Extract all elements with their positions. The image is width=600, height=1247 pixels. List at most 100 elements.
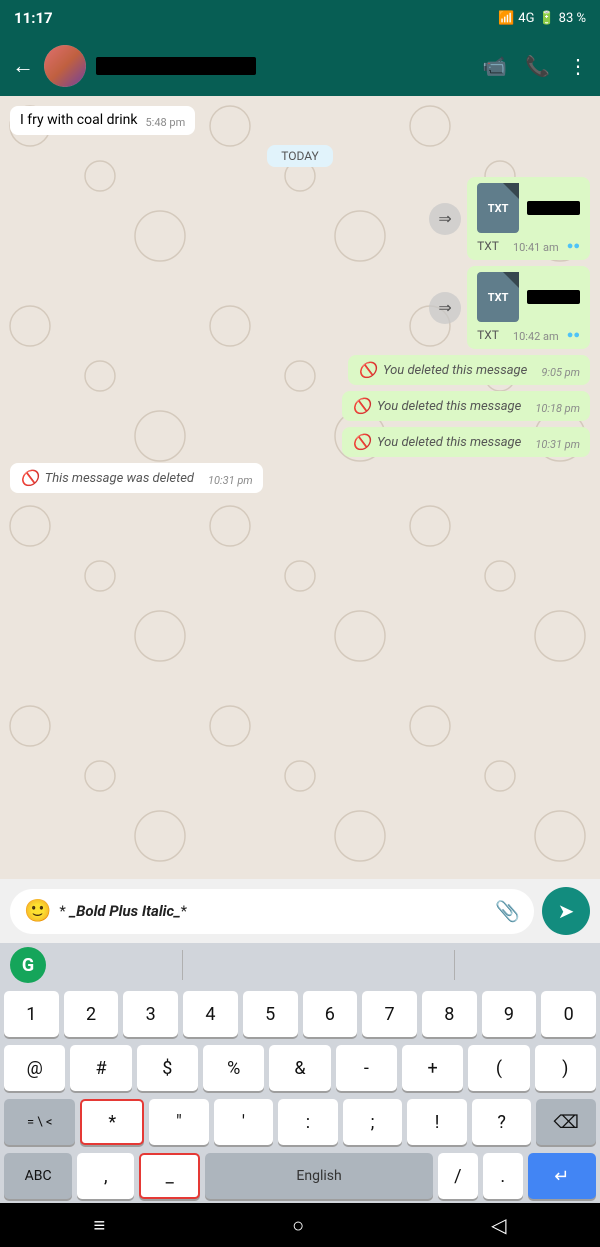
key-2[interactable]: 2: [64, 991, 119, 1037]
key-percent[interactable]: %: [203, 1045, 264, 1091]
deleted-msg-row-3: 🚫 You deleted this message 10:31 pm: [10, 427, 590, 457]
file-inner-1: TXT: [477, 183, 580, 233]
keyboard-symbol-row: @ # $ % & - + ( ): [0, 1041, 600, 1095]
key-abc[interactable]: ABC: [4, 1153, 72, 1199]
send-button[interactable]: ➤: [542, 887, 590, 935]
file-message-bubble-1[interactable]: TXT TXT 10:41 am ●●: [467, 177, 590, 260]
key-slash[interactable]: /: [438, 1153, 478, 1199]
key-dollar[interactable]: $: [137, 1045, 198, 1091]
key-hash[interactable]: #: [70, 1045, 131, 1091]
message-input-box[interactable]: 🙂 * _Bold Plus Italic_* 📎: [10, 889, 534, 934]
deleted-bubble-2: 🚫 You deleted this message 10:18 pm: [352, 397, 580, 415]
key-plus[interactable]: +: [402, 1045, 463, 1091]
chat-header: ← 📹 📞 ⋮: [0, 36, 600, 96]
key-ampersand[interactable]: &: [269, 1045, 330, 1091]
signal-icon: 📶: [498, 11, 514, 26]
file-type-label-2: TXT: [477, 328, 499, 342]
keyboard-bottom-row: ABC , _ English / . ↵: [0, 1149, 600, 1203]
keyboard-top-spacer: [46, 950, 590, 980]
deleted-time-1: 9:05 pm: [541, 366, 580, 379]
file-icon-2: TXT: [477, 272, 519, 322]
keyboard-special-row: = \ < * " ' : ; ! ? ⌫: [0, 1095, 600, 1149]
status-time: 11:17: [14, 9, 53, 27]
deleted-icon-received: 🚫: [20, 469, 39, 487]
key-underscore[interactable]: _: [139, 1153, 200, 1199]
file-time-1: 10:41 am: [513, 241, 559, 254]
file-message-row-2: ⇒ TXT TXT 10:42 am ●●: [10, 266, 590, 349]
key-9[interactable]: 9: [482, 991, 537, 1037]
input-area: 🙂 * _Bold Plus Italic_* 📎 ➤: [0, 879, 600, 943]
nav-home-icon[interactable]: ○: [292, 1213, 304, 1238]
key-6[interactable]: 6: [303, 991, 358, 1037]
forward-icon-1[interactable]: ⇒: [429, 203, 461, 235]
old-message-row: I fry with coal drink 5:48 pm: [10, 106, 590, 135]
key-double-quote[interactable]: ": [149, 1099, 209, 1145]
deleted-icon-1: 🚫: [358, 361, 377, 379]
key-equals-backslash[interactable]: = \ <: [4, 1099, 75, 1145]
contact-name-redacted: [96, 57, 256, 75]
emoji-button[interactable]: 🙂: [24, 899, 51, 924]
deleted-bubble-1: 🚫 You deleted this message 9:05 pm: [358, 361, 580, 379]
key-7[interactable]: 7: [362, 991, 417, 1037]
key-1[interactable]: 1: [4, 991, 59, 1037]
key-open-paren[interactable]: (: [468, 1045, 529, 1091]
file-message-row-1: ⇒ TXT TXT 10:41 am ●●: [10, 177, 590, 260]
keyboard-top-bar: G: [0, 943, 600, 987]
send-icon: ➤: [558, 899, 575, 923]
key-backspace[interactable]: ⌫: [536, 1099, 596, 1145]
file-name-redacted-2: [527, 290, 580, 304]
file-ticks-2: ●●: [567, 328, 580, 341]
key-exclamation[interactable]: !: [407, 1099, 467, 1145]
back-button[interactable]: ←: [12, 53, 34, 79]
file-ticks-1: ●●: [567, 239, 580, 252]
key-0[interactable]: 0: [541, 991, 596, 1037]
deleted-icon-3: 🚫: [352, 433, 371, 451]
file-meta-1: TXT 10:41 am ●●: [477, 237, 580, 254]
deleted-text-1: You deleted this message: [383, 363, 527, 378]
forward-icon-2[interactable]: ⇒: [429, 292, 461, 324]
more-options-icon[interactable]: ⋮: [568, 54, 588, 78]
nav-menu-icon[interactable]: ≡: [93, 1213, 105, 1238]
file-inner-2: TXT: [477, 272, 580, 322]
deleted-msg-bubble-received: 🚫 This message was deleted 10:31 pm: [10, 463, 263, 493]
attach-button[interactable]: 📎: [495, 899, 520, 923]
input-bold-italic: _Bold Plus Italic_: [70, 902, 181, 920]
key-4[interactable]: 4: [183, 991, 238, 1037]
key-question[interactable]: ?: [472, 1099, 532, 1145]
key-asterisk[interactable]: *: [80, 1099, 144, 1145]
key-comma[interactable]: ,: [77, 1153, 134, 1199]
file-meta-2: TXT 10:42 am ●●: [477, 326, 580, 343]
key-colon[interactable]: :: [278, 1099, 338, 1145]
nav-back-icon[interactable]: ◁: [491, 1213, 506, 1237]
header-icons: 📹 📞 ⋮: [482, 54, 588, 78]
key-semicolon[interactable]: ;: [343, 1099, 403, 1145]
date-badge: TODAY: [267, 145, 333, 167]
nav-bar: ≡ ○ ◁: [0, 1203, 600, 1247]
key-5[interactable]: 5: [243, 991, 298, 1037]
deleted-time-3: 10:31 pm: [535, 438, 580, 451]
key-space[interactable]: English: [205, 1153, 433, 1199]
contact-avatar[interactable]: [44, 45, 86, 87]
voice-call-icon[interactable]: 📞: [525, 54, 550, 78]
input-prefix: *: [59, 902, 69, 920]
key-dot[interactable]: .: [483, 1153, 523, 1199]
deleted-bubble-received: 🚫 This message was deleted 10:31 pm: [20, 469, 253, 487]
grammarly-button[interactable]: G: [10, 947, 46, 983]
key-enter[interactable]: ↵: [528, 1153, 596, 1199]
message-input-text[interactable]: * _Bold Plus Italic_*: [59, 902, 487, 920]
file-name-redacted-1: [527, 201, 580, 215]
key-3[interactable]: 3: [123, 991, 178, 1037]
deleted-time-received: 10:31 pm: [208, 474, 253, 487]
keyboard-number-row: 1 2 3 4 5 6 7 8 9 0: [0, 987, 600, 1041]
key-8[interactable]: 8: [422, 991, 477, 1037]
deleted-text-received: This message was deleted: [45, 471, 194, 486]
key-at[interactable]: @: [4, 1045, 65, 1091]
file-message-bubble-2[interactable]: TXT TXT 10:42 am ●●: [467, 266, 590, 349]
file-type-label-1: TXT: [477, 239, 499, 253]
key-single-quote[interactable]: ': [214, 1099, 274, 1145]
key-close-paren[interactable]: ): [535, 1045, 596, 1091]
kb-divider-1: [182, 950, 183, 980]
key-minus[interactable]: -: [336, 1045, 397, 1091]
battery-level: 83 %: [559, 11, 586, 26]
video-call-icon[interactable]: 📹: [482, 54, 507, 78]
